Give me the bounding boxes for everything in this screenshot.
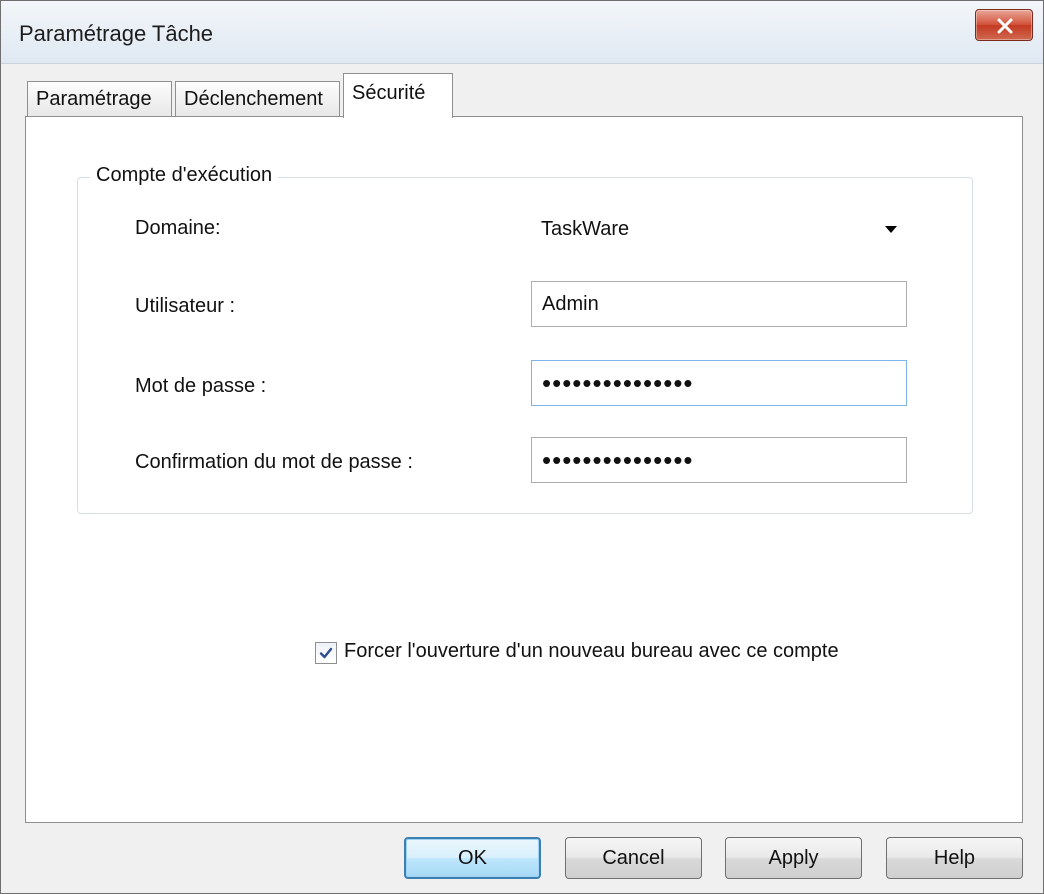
apply-button[interactable]: Apply bbox=[725, 837, 862, 879]
security-tab-panel: Compte d'exécution Domaine: TaskWare Uti… bbox=[25, 116, 1023, 823]
close-icon bbox=[997, 18, 1013, 34]
domain-dropdown[interactable]: TaskWare bbox=[531, 207, 907, 253]
execution-account-group: Compte d'exécution Domaine: TaskWare Uti… bbox=[77, 164, 973, 514]
password-label: Mot de passe : bbox=[135, 375, 267, 397]
ok-button[interactable]: OK bbox=[404, 837, 541, 879]
title-bar[interactable]: Paramétrage Tâche bbox=[1, 1, 1043, 64]
confirm-password-label: Confirmation du mot de passe : bbox=[135, 451, 413, 473]
check-icon bbox=[319, 647, 333, 659]
chevron-down-icon[interactable] bbox=[885, 226, 897, 233]
force-desktop-label: Forcer l'ouverture d'un nouveau bureau a… bbox=[344, 640, 839, 662]
tab-declenchement[interactable]: Déclenchement bbox=[175, 81, 340, 117]
cancel-button[interactable]: Cancel bbox=[565, 837, 702, 879]
window-title: Paramétrage Tâche bbox=[19, 21, 214, 46]
group-legend: Compte d'exécution bbox=[90, 164, 279, 187]
close-button[interactable] bbox=[975, 9, 1033, 41]
password-input[interactable] bbox=[531, 360, 907, 406]
dialog-window: Paramétrage Tâche Paramétrage Déclenchem… bbox=[0, 0, 1044, 894]
user-input[interactable] bbox=[531, 281, 907, 327]
help-button[interactable]: Help bbox=[886, 837, 1023, 879]
domain-label: Domaine: bbox=[135, 217, 221, 239]
domain-value: TaskWare bbox=[541, 218, 630, 240]
user-label: Utilisateur : bbox=[135, 295, 236, 317]
force-desktop-checkbox[interactable] bbox=[315, 642, 337, 664]
tab-securite[interactable]: Sécurité bbox=[343, 73, 453, 118]
confirm-password-input[interactable] bbox=[531, 437, 907, 483]
tab-parametrage[interactable]: Paramétrage bbox=[27, 81, 172, 117]
